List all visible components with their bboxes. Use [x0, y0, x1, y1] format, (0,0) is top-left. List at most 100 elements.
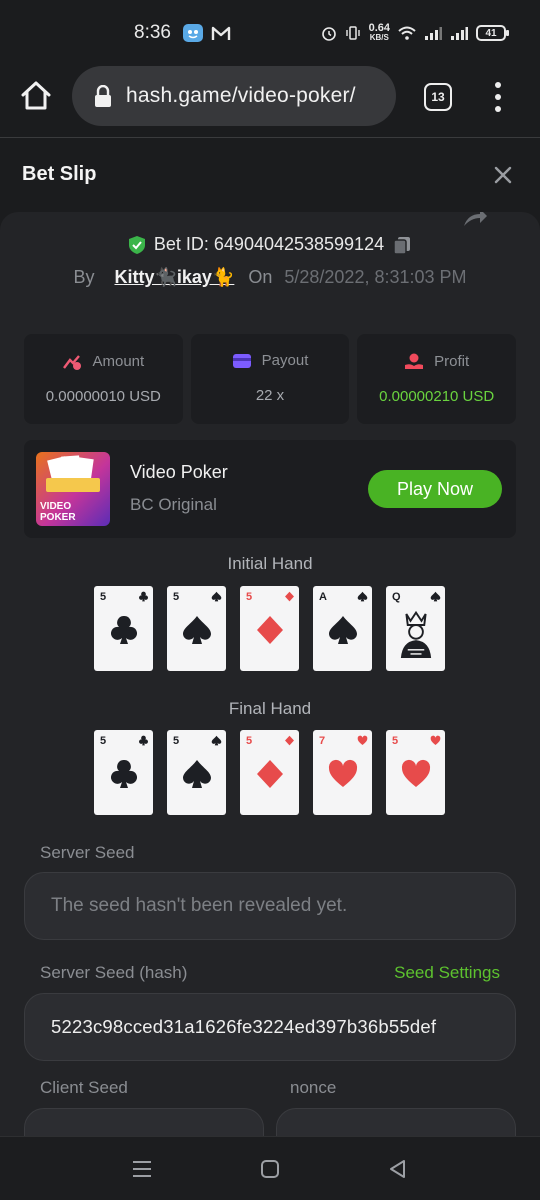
initial-hand-title: Initial Hand — [227, 554, 313, 573]
hearts-icon — [430, 735, 441, 745]
game-name: Video Poker — [130, 462, 228, 482]
page-title: Bet Slip — [22, 163, 97, 185]
stat-amount: Amount 0.00000010 USD — [24, 334, 183, 424]
clubs-large-icon — [110, 615, 138, 644]
final_hand-card: 5 — [94, 730, 153, 815]
home-nav-icon[interactable] — [258, 1157, 282, 1181]
network-speed: 0.64 KB/S — [368, 22, 390, 43]
bet-id: Bet ID: 64904042538599124 — [153, 234, 385, 254]
nonce-label: nonce — [290, 1078, 337, 1097]
spades-icon — [357, 591, 368, 602]
bet-slip-panel: Bet ID: 64904042538599124 By Kitty🐈‍⬛ika… — [0, 212, 540, 1137]
profit-icon — [405, 353, 424, 369]
on-label: On — [248, 267, 273, 287]
final-hand: 5 5 5 7 5 — [94, 730, 445, 815]
signal-icon-2 — [451, 27, 468, 40]
payout-value: 22 x — [255, 387, 285, 404]
seed-settings-link[interactable]: Seed Settings — [394, 963, 500, 983]
card-rank: 5 — [100, 735, 107, 747]
server-seed-hash-label: Server Seed (hash) — [40, 963, 188, 982]
diamonds-large-icon — [257, 760, 283, 788]
card-rank: 5 — [173, 735, 180, 747]
card-rank: 5 — [173, 591, 180, 603]
final_hand-card: 7 — [313, 730, 372, 815]
initial_hand-card: A — [313, 586, 372, 671]
close-icon[interactable] — [492, 164, 514, 186]
card-rank: 5 — [392, 735, 399, 747]
browser-toolbar: hash.game/video-poker/ 13 — [0, 62, 540, 138]
card-rank: 5 — [246, 591, 253, 603]
url-text: hash.game/video-poker/ — [126, 84, 356, 107]
diamonds-large-icon — [257, 616, 283, 644]
queen-face-icon — [400, 610, 432, 658]
battery-icon: 41 — [476, 25, 509, 41]
bet-id-row: Bet ID: 64904042538599124 — [0, 234, 540, 255]
final_hand-card: 5 — [240, 730, 299, 815]
tab-switcher-button[interactable]: 13 — [424, 83, 452, 111]
address-bar[interactable]: hash.game/video-poker/ — [72, 66, 396, 126]
alarm-icon — [321, 27, 336, 41]
signal-icon — [425, 27, 442, 40]
initial_hand-card: Q — [386, 586, 445, 671]
bet-date: 5/28/2022, 8:31:03 PM — [284, 267, 467, 287]
spades-large-icon — [329, 616, 357, 644]
initial_hand-card: 5 — [94, 586, 153, 671]
clubs-large-icon — [110, 759, 138, 788]
clubs-icon — [139, 735, 148, 746]
bet-stats: Amount 0.00000010 USD Payout 22 x Profit… — [24, 334, 517, 424]
nonce-field[interactable] — [276, 1108, 516, 1137]
share-icon[interactable] — [462, 212, 488, 228]
status-bar: 8:36 0.64 KB/S 41 — [0, 0, 540, 62]
card-rank: 7 — [319, 735, 326, 747]
recents-icon[interactable] — [130, 1157, 154, 1181]
back-icon[interactable] — [386, 1157, 410, 1181]
profit-value: 0.00000210 USD — [379, 388, 495, 405]
initial-hand: 5 5 5 A Q — [94, 586, 445, 671]
home-icon[interactable] — [20, 80, 52, 112]
game-provider: BC Original — [130, 495, 217, 514]
final-hand-title: Final Hand — [228, 699, 312, 718]
clubs-icon — [139, 591, 148, 602]
diamonds-icon — [285, 591, 294, 602]
stat-payout: Payout 22 x — [190, 334, 350, 424]
wifi-icon — [398, 26, 416, 40]
svg-text:VIDEO: VIDEO — [40, 501, 71, 512]
client-seed-field[interactable] — [24, 1108, 264, 1137]
vibrate-icon — [345, 26, 360, 40]
card-rank: 5 — [100, 591, 107, 603]
server-seed-field: The seed hasn't been revealed yet. — [24, 872, 516, 940]
initial_hand-card: 5 — [167, 586, 226, 671]
spades-large-icon — [183, 760, 211, 788]
server-seed-label: Server Seed — [40, 843, 135, 862]
hearts-large-icon — [328, 759, 358, 787]
play-now-button[interactable]: Play Now — [368, 470, 502, 508]
status-time: 8:36 — [134, 22, 171, 43]
card-rank: 5 — [246, 735, 253, 747]
by-label: By — [73, 267, 95, 287]
verified-shield-icon — [128, 235, 145, 254]
amount-icon — [63, 355, 82, 370]
game-card: VIDEO POKER Video Poker BC Original Play… — [24, 440, 516, 538]
svg-text:POKER: POKER — [40, 512, 76, 523]
hearts-large-icon — [401, 759, 431, 787]
final_hand-card: 5 — [167, 730, 226, 815]
copy-icon[interactable] — [392, 235, 412, 255]
initial_hand-card: 5 — [240, 586, 299, 671]
spades-large-icon — [183, 616, 211, 644]
spades-icon — [211, 591, 222, 602]
diamonds-icon — [285, 735, 294, 746]
amount-value: 0.00000010 USD — [45, 388, 161, 405]
client-seed-label: Client Seed — [40, 1078, 128, 1097]
stat-profit: Profit 0.00000210 USD — [357, 334, 517, 424]
browser-menu-icon[interactable] — [492, 82, 504, 112]
video-poker-thumbnail: VIDEO POKER — [36, 452, 110, 526]
user-link[interactable]: Kitty🐈‍⬛ikay🐈 — [115, 267, 235, 288]
final_hand-card: 5 — [386, 730, 445, 815]
server-seed-hash-field[interactable]: 5223c98cced31a1626fe3224ed397b36b55def — [24, 993, 516, 1061]
payout-icon — [232, 353, 251, 368]
card-rank: Q — [392, 591, 401, 603]
spades-icon — [211, 735, 222, 746]
lock-icon — [95, 85, 111, 107]
hearts-icon — [357, 735, 368, 745]
gmail-icon — [210, 23, 232, 43]
